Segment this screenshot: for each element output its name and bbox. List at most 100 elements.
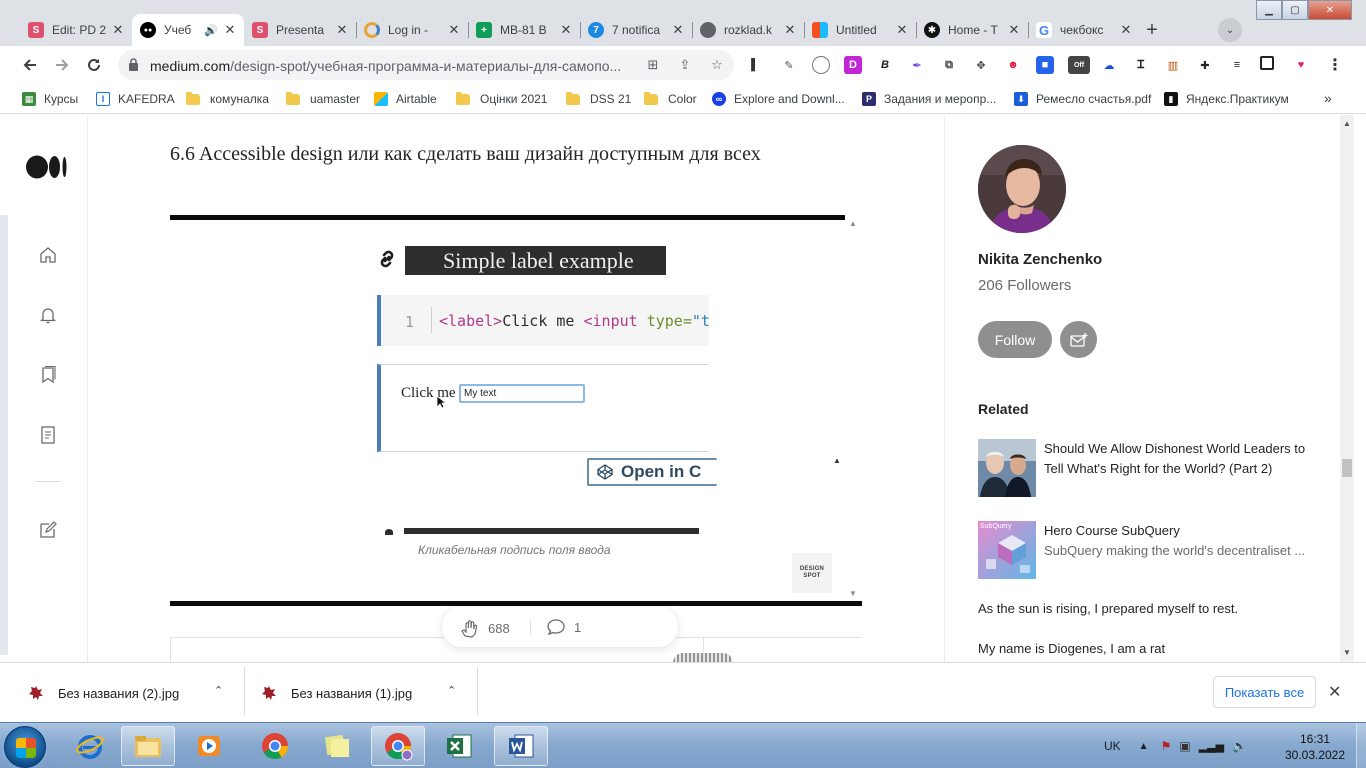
scroll-down-icon[interactable]: ▼ [849, 589, 857, 598]
reload-button[interactable] [82, 53, 106, 77]
close-icon[interactable]: ✕ [1006, 22, 1022, 38]
screenshot-extension-icon[interactable]: ⧉ [940, 56, 958, 74]
bell-icon[interactable] [37, 304, 59, 326]
type-extension-icon[interactable]: Ꮖ [1132, 56, 1150, 74]
bookmark-star-icon[interactable]: ☆ [708, 56, 726, 74]
grammar-extension-icon[interactable]: D [844, 56, 862, 74]
close-icon[interactable]: ✕ [670, 22, 686, 38]
taskbar-excel[interactable] [432, 726, 486, 766]
embed-scrollbar[interactable]: ▲ ▼ [845, 215, 862, 601]
download-item[interactable]: Без названия (2).jpg [28, 673, 179, 713]
extensions-puzzle-icon[interactable]: ✚ [1196, 56, 1214, 74]
chart-extension-icon[interactable]: ▥ [1164, 56, 1182, 74]
back-button[interactable] [18, 53, 42, 77]
eyedropper-extension-icon[interactable]: ✎ [780, 56, 798, 74]
bookmark-item[interactable]: ▮ Яндекс.Практикум [1164, 90, 1289, 108]
tab-medium-active[interactable]: ●● Учеб 🔊 ✕ [132, 14, 244, 46]
tab-google-search[interactable]: G чекбокс ✕ [1028, 14, 1140, 46]
tray-flag-icon[interactable]: ⚑ [1161, 739, 1172, 753]
responses-button[interactable]: 1 [546, 617, 581, 637]
volume-icon[interactable]: 🔈 [1232, 739, 1247, 753]
taskbar-media-player[interactable] [182, 726, 236, 766]
start-button[interactable] [4, 726, 46, 768]
bookmark-item[interactable]: P Задания и меропр... [862, 90, 996, 108]
bookmark-folder[interactable]: uamaster [286, 90, 360, 108]
taskbar-explorer[interactable] [121, 726, 175, 766]
url-text[interactable]: medium.com/design-spot/учебная-программа… [150, 58, 630, 74]
bookmark-item[interactable]: I KAFEDRA [96, 90, 175, 108]
language-indicator[interactable]: UK [1104, 739, 1121, 753]
close-icon[interactable]: ✕ [558, 22, 574, 38]
bookmark-item[interactable]: Airtable [374, 90, 437, 108]
speaker-icon[interactable]: 🔊 [204, 24, 218, 37]
home-icon[interactable] [37, 244, 59, 266]
clap-button[interactable]: 688 [458, 617, 510, 639]
bookmark-item[interactable]: ▦ Курсы [22, 90, 78, 108]
write-icon[interactable] [37, 519, 59, 541]
chevron-up-icon[interactable]: ⌃ [214, 684, 223, 697]
tab-home[interactable]: ✱ Home - T ✕ [916, 14, 1028, 46]
cube-extension-icon[interactable]: ■ [1036, 56, 1054, 74]
side-panel-icon[interactable] [1260, 56, 1274, 70]
off-extension-icon[interactable]: Off [1068, 56, 1090, 74]
close-icon[interactable]: ✕ [446, 22, 462, 38]
page-scrollbar[interactable]: ▲ ▼ [1340, 115, 1354, 662]
close-icon[interactable]: ✕ [894, 22, 910, 38]
tab-search-button[interactable]: ⌄ [1218, 18, 1242, 42]
article-heading-link[interactable]: 6.6 Accessible design или как сделать ва… [170, 143, 761, 166]
system-clock[interactable]: 16:31 30.03.2022 [1280, 731, 1350, 763]
author-avatar[interactable] [978, 145, 1066, 233]
mask-extension-icon[interactable]: ☻ [1004, 56, 1022, 74]
pen-extension-icon[interactable]: ✒ [908, 56, 926, 74]
taskbar-chrome[interactable] [248, 726, 302, 766]
close-icon[interactable]: ✕ [782, 22, 798, 38]
bookmarks-icon[interactable] [37, 364, 59, 386]
close-icon[interactable]: ✕ [110, 22, 126, 38]
scroll-down-icon[interactable]: ▼ [1343, 648, 1351, 657]
scroll-up-icon[interactable]: ▲ [849, 219, 857, 228]
follower-count-link[interactable]: 206 Followers [978, 277, 1071, 294]
subscribe-email-button[interactable] [1060, 321, 1097, 358]
bold-extension-icon[interactable]: B [876, 56, 894, 74]
bookmark-folder[interactable]: Оцінки 2021 [456, 90, 547, 108]
minimize-button[interactable]: ▁ [1256, 0, 1282, 20]
bookmark-item[interactable]: ⬇ Ремесло счастья.pdf [1014, 90, 1151, 108]
close-window-button[interactable]: ✕ [1308, 0, 1352, 20]
translate-icon[interactable]: ⊞ [644, 56, 662, 74]
bookmark-folder[interactable]: Color [644, 90, 697, 108]
lock-icon[interactable] [128, 58, 139, 71]
show-desktop-button[interactable] [1356, 723, 1366, 768]
taskbar-notes[interactable] [310, 726, 364, 766]
close-icon[interactable]: ✕ [222, 22, 238, 38]
move-extension-icon[interactable]: ✥ [972, 56, 990, 74]
menu-kebab-icon[interactable]: ⋮ [1326, 56, 1344, 74]
close-icon[interactable]: ✕ [1118, 22, 1134, 38]
tab-figma[interactable]: Untitled ✕ [804, 14, 916, 46]
share-icon[interactable]: ⇪ [676, 56, 694, 74]
address-bar[interactable]: medium.com/design-spot/учебная-программа… [118, 50, 734, 80]
bookmark-folder[interactable]: DSS 21 [566, 90, 631, 108]
profile-extension-icon[interactable]: ♥ [1292, 56, 1310, 74]
tab-notifications[interactable]: 7 7 notifica ✕ [580, 14, 692, 46]
close-icon[interactable]: ✕ [1328, 682, 1341, 702]
maximize-button[interactable]: ▢ [1282, 0, 1308, 20]
tray-power-icon[interactable]: ▣ [1179, 739, 1190, 753]
tab-rozklad[interactable]: rozklad.k ✕ [692, 14, 804, 46]
download-item[interactable]: Без названия (1).jpg [261, 673, 412, 713]
scrollbar-thumb[interactable] [1342, 459, 1352, 477]
related-snippet[interactable]: My name is Diogenes, I am a rat [978, 641, 1165, 656]
chevron-up-icon[interactable]: ⌃ [447, 684, 456, 697]
follow-button[interactable]: Follow [978, 321, 1052, 358]
tab-edit-pd[interactable]: S Edit: PD 2 ✕ [20, 14, 132, 46]
pin-extension-icon[interactable]: ▌ [746, 56, 764, 74]
network-signal-icon[interactable]: ▂▃▅ [1199, 740, 1224, 753]
scroll-up-icon[interactable]: ▲ [1343, 119, 1351, 128]
bookmark-item[interactable]: ∞ Explore and Downl... [712, 90, 845, 108]
taskbar-chrome-profile[interactable] [371, 726, 425, 766]
related-snippet[interactable]: As the sun is rising, I prepared myself … [978, 601, 1238, 616]
globe-extension-icon[interactable] [812, 56, 830, 74]
stories-icon[interactable] [37, 424, 59, 446]
tab-sheets[interactable]: + MB-81 B ✕ [468, 14, 580, 46]
tray-expand-icon[interactable]: ▲ [1139, 741, 1149, 752]
author-name-link[interactable]: Nikita Zenchenko [978, 251, 1102, 268]
